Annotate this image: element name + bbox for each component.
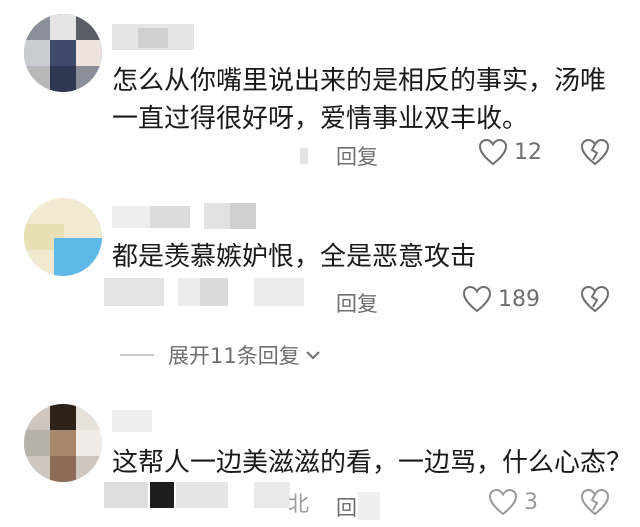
reply-button[interactable]: 回复	[336, 288, 378, 318]
comment-text: 怎么从你嘴里说出来的是相反的事实，汤唯	[112, 66, 607, 96]
reply-button[interactable]: 回	[336, 492, 357, 522]
avatar-mosaic-block	[24, 40, 50, 66]
avatar-mosaic-block	[50, 14, 76, 40]
timestamp-mosaic	[104, 482, 148, 508]
broken-heart-icon[interactable]	[580, 285, 610, 313]
avatar-mosaic-block	[54, 238, 102, 276]
timestamp-mosaic	[200, 278, 228, 306]
like-button[interactable]: 189	[462, 285, 540, 313]
comment-text: 一直过得很好呀，爱情事业双丰收。	[112, 104, 529, 134]
timestamp-mosaic	[178, 278, 200, 306]
avatar-mosaic-block	[24, 66, 50, 92]
timestamp-mosaic	[150, 482, 174, 508]
timestamp-mosaic	[104, 278, 164, 306]
heart-icon	[488, 488, 518, 516]
expand-replies-label: 展开11条回复	[168, 344, 300, 368]
avatar-mosaic-block	[76, 40, 102, 66]
username-mosaic	[150, 206, 190, 228]
username-mosaic	[204, 203, 230, 229]
timestamp-mosaic	[254, 482, 290, 508]
avatar-mosaic-block	[76, 14, 102, 40]
avatar-mosaic-block	[24, 430, 50, 456]
divider	[120, 354, 154, 356]
broken-heart-icon[interactable]	[580, 138, 610, 166]
username-mosaic	[230, 203, 256, 229]
avatar[interactable]	[24, 198, 102, 276]
reply-mosaic	[358, 492, 380, 520]
avatar[interactable]	[24, 404, 102, 482]
like-count: 12	[514, 139, 542, 165]
broken-heart-icon[interactable]	[580, 488, 610, 516]
like-count: 3	[524, 489, 538, 515]
username-mosaic	[138, 28, 168, 48]
avatar-mosaic-block	[50, 404, 76, 430]
like-button[interactable]: 12	[478, 138, 542, 166]
avatar-mosaic-block	[50, 40, 76, 66]
like-count: 189	[498, 286, 540, 312]
reply-button[interactable]: 回复	[336, 141, 378, 171]
like-button[interactable]: 3	[488, 488, 538, 516]
timestamp-fragment: 北	[288, 492, 309, 516]
username-mosaic[interactable]	[112, 206, 152, 228]
timestamp-mosaic	[254, 278, 304, 306]
avatar-mosaic-block	[50, 430, 76, 456]
avatar-mosaic-block	[50, 66, 76, 92]
avatar-mosaic-block	[50, 456, 76, 482]
username-mosaic[interactable]	[112, 410, 152, 432]
avatar-mosaic-block	[76, 430, 102, 456]
comment-text: 都是羡慕嫉妒恨，全是恶意攻击	[112, 242, 477, 272]
timestamp-mosaic	[300, 148, 308, 164]
chevron-down-icon	[304, 348, 322, 362]
heart-icon	[462, 285, 492, 313]
expand-replies-button[interactable]: 展开11条回复	[120, 340, 322, 370]
avatar-mosaic-block	[76, 404, 102, 430]
comment-text: 这帮人一边美滋滋的看，一边骂，什么心态？	[112, 448, 633, 478]
timestamp-mosaic	[176, 482, 228, 508]
heart-icon	[478, 138, 508, 166]
avatar[interactable]	[24, 14, 102, 92]
